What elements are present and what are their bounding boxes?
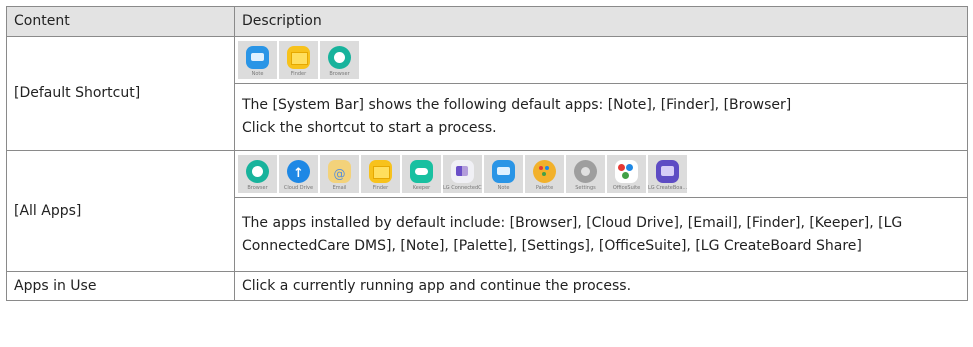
all-apps-description: The apps installed by default include: [… [234,197,968,272]
table-row: [All Apps] BrowserCloud DriveEmailFinder… [6,150,968,272]
keeper-icon: Keeper [402,155,441,193]
officesuite-icon: OfficeSuite [607,155,646,193]
apps-description-table: Content Description [Default Shortcut] N… [6,6,968,301]
header-content: Content [6,6,235,37]
email-icon: Email [320,155,359,193]
cloud-drive-icon: Cloud Drive [279,155,318,193]
apps-in-use-description: Click a currently running app and contin… [234,271,968,301]
note-icon: Note [238,41,277,79]
settings-icon: Settings [566,155,605,193]
palette-icon: Palette [525,155,564,193]
all-apps-label: [All Apps] [6,150,235,272]
finder-icon: Finder [279,41,318,79]
header-description: Description [234,6,968,37]
default-shortcut-line-2: Click the shortcut to start a process. [242,120,497,136]
lg-createboard-share-icon: LG CreateBoa... [648,155,687,193]
table-header-row: Content Description [6,6,968,37]
table-row: [Default Shortcut] Note Finder Browser [6,36,968,151]
default-shortcut-line-1: The [System Bar] shows the following def… [242,97,792,113]
browser-icon: Browser [238,155,277,193]
default-shortcut-label: [Default Shortcut] [6,36,235,151]
finder-icon: Finder [361,155,400,193]
apps-in-use-label: Apps in Use [6,271,235,301]
all-apps-icons: BrowserCloud DriveEmailFinderKeeperLG Co… [234,150,968,198]
note-icon: Note [484,155,523,193]
browser-icon: Browser [320,41,359,79]
default-shortcut-icons: Note Finder Browser [234,36,968,84]
lg-connectedcare-icon: LG ConnectedC... [443,155,482,193]
default-shortcut-description: The [System Bar] shows the following def… [234,83,968,151]
table-row: Apps in Use Click a currently running ap… [6,271,968,301]
